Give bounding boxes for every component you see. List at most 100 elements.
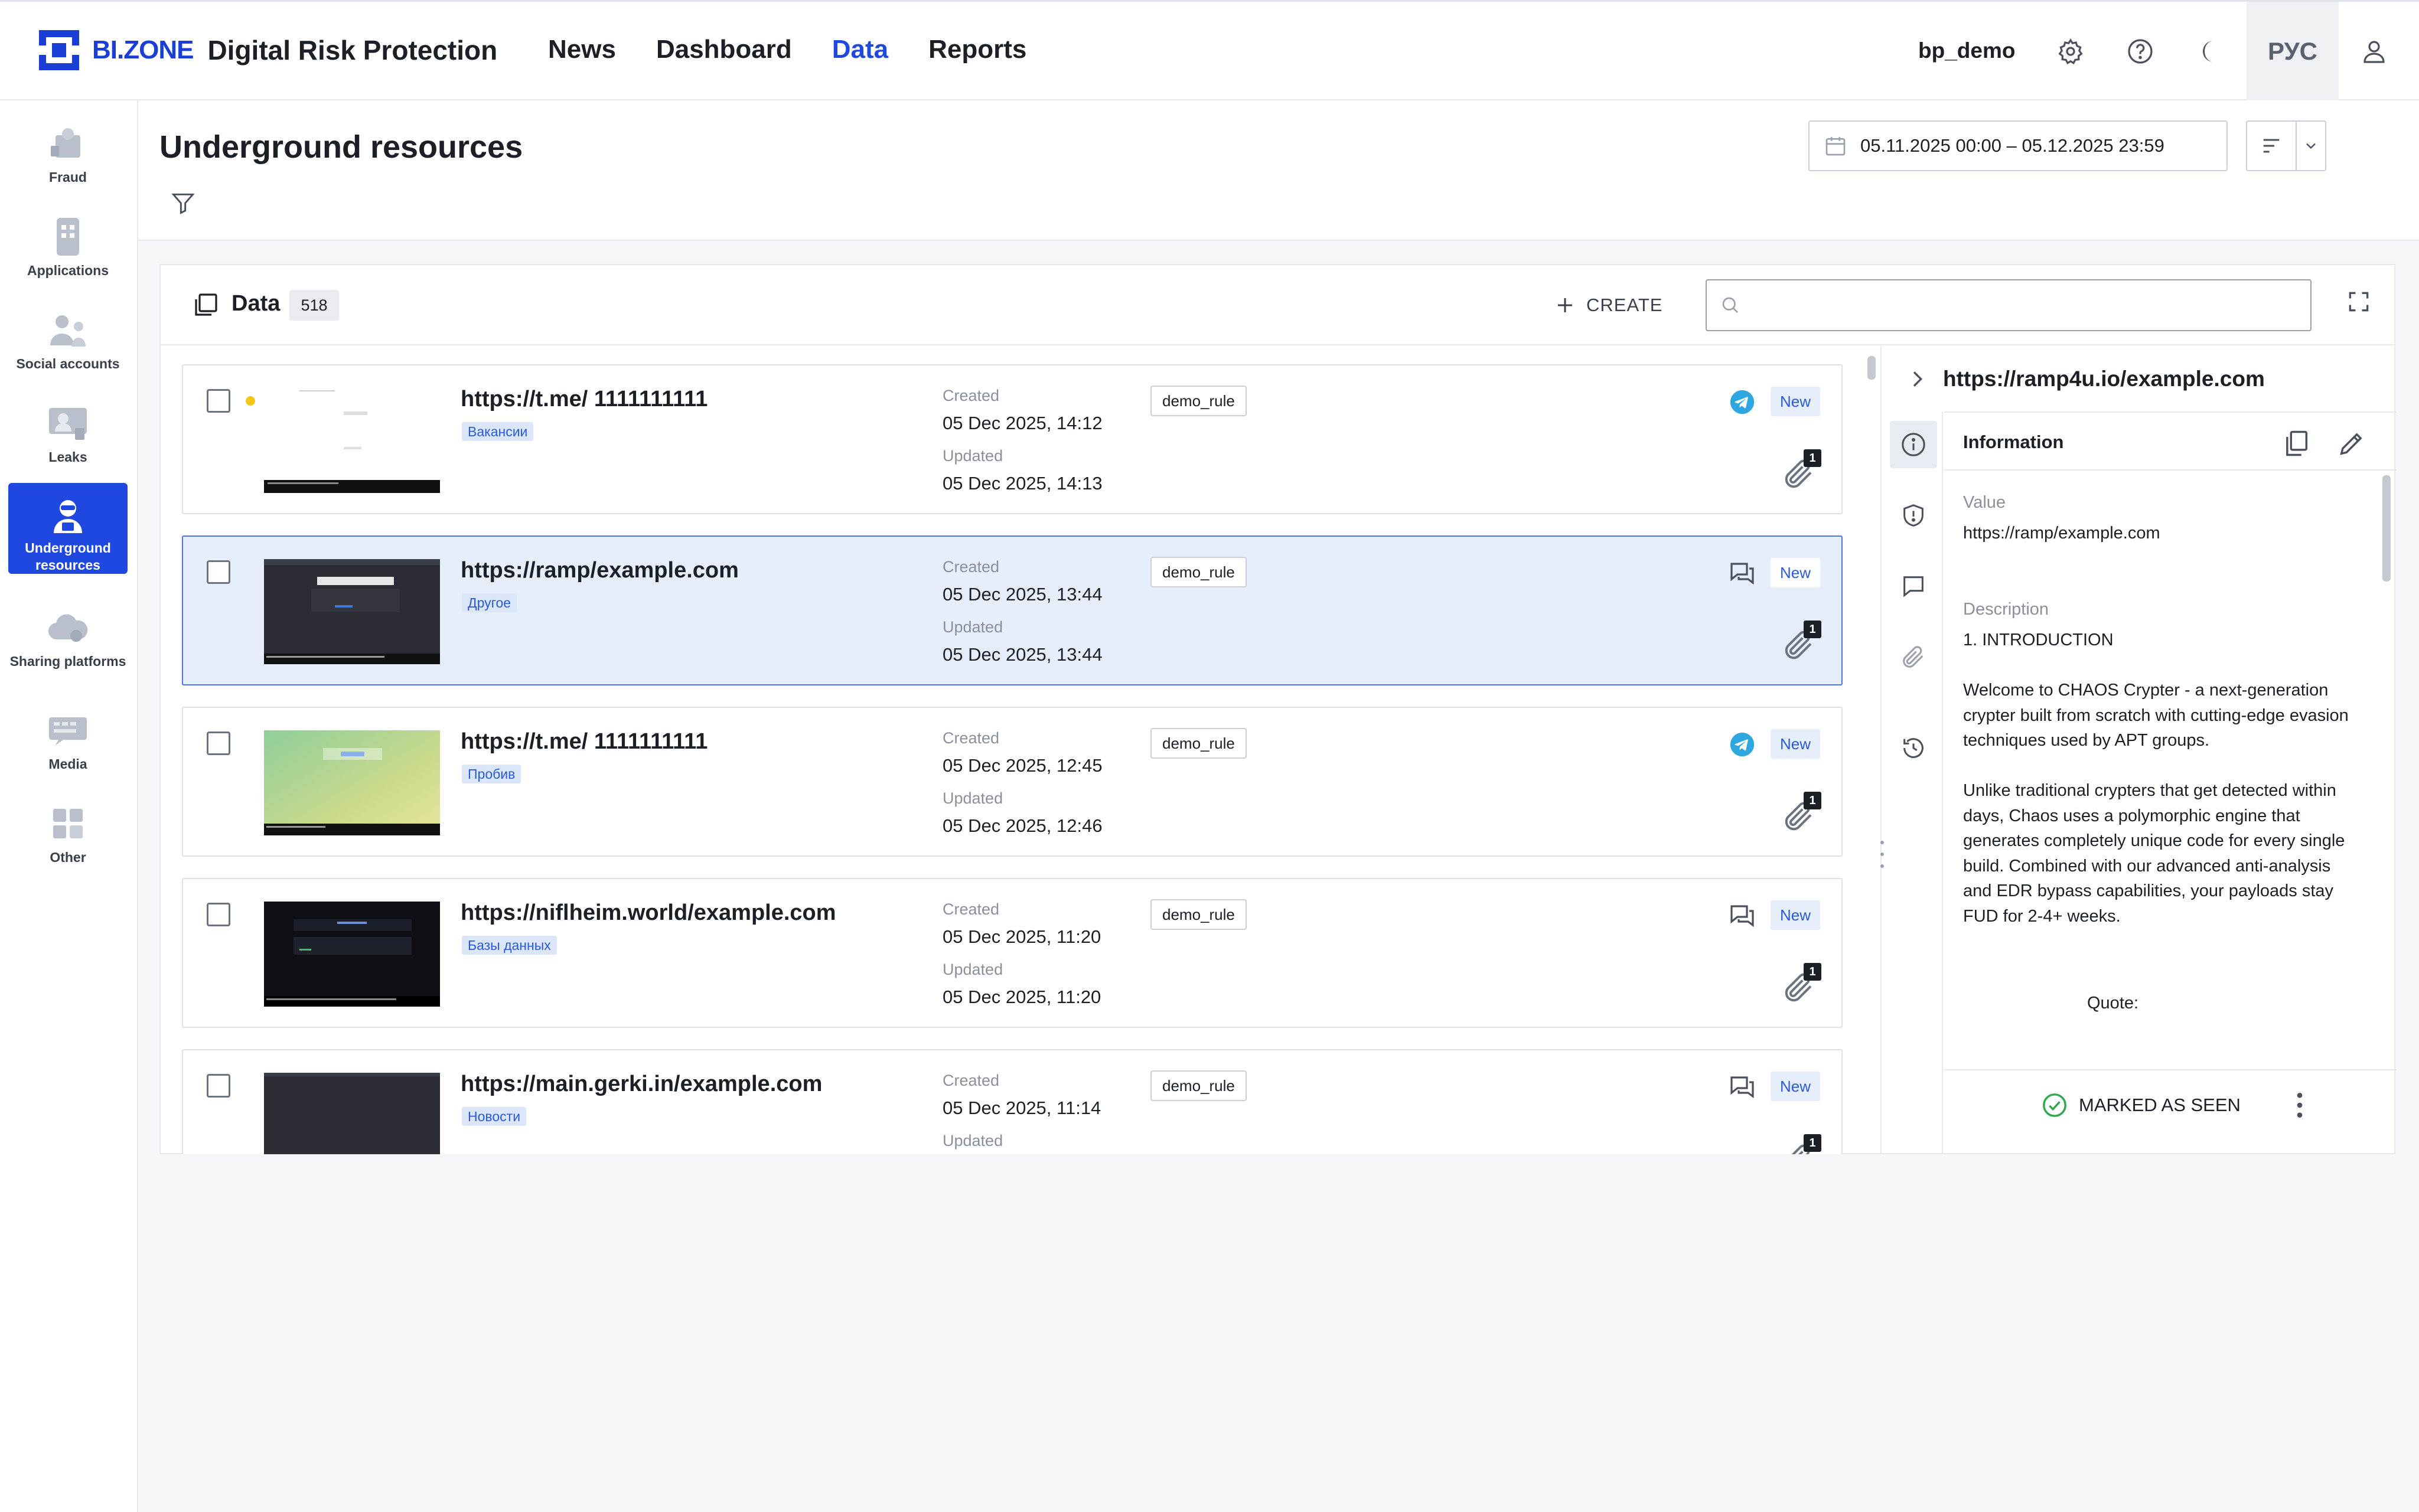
status-badge: New — [1771, 1072, 1821, 1101]
logo[interactable]: BI.ZONE Digital Risk Protection — [38, 29, 497, 71]
fullscreen-icon — [2349, 292, 2369, 312]
list-item[interactable]: https://ramp/example.com Другое Created … — [182, 535, 1843, 685]
forum-icon — [1727, 1072, 1758, 1102]
telegram-icon — [1727, 387, 1758, 417]
item-url[interactable]: https://main.gerki.in/example.com — [461, 1072, 822, 1097]
tab-history[interactable] — [1890, 724, 1937, 772]
row-checkbox[interactable] — [207, 903, 230, 926]
media-icon — [45, 710, 90, 751]
tab-attachments[interactable] — [1890, 633, 1937, 681]
settings-button[interactable] — [2052, 32, 2089, 70]
brand-name: BI.ZONE — [92, 35, 194, 64]
plus-icon — [1558, 298, 1572, 312]
detail-url[interactable]: https://ramp4u.io/example.com — [1943, 367, 2265, 391]
list-item[interactable]: https://niflheim.world/example.com Базы … — [182, 878, 1843, 1028]
profile-button[interactable] — [2355, 32, 2393, 70]
sidebar-item-other[interactable]: Other — [8, 790, 128, 881]
sidebar-item-social-accounts[interactable]: Social accounts — [8, 296, 128, 387]
description-label: Description — [1963, 600, 2049, 619]
nav-news[interactable]: News — [548, 35, 616, 64]
category-tag: Вакансии — [462, 422, 534, 441]
search-icon — [1722, 297, 1738, 313]
search-field[interactable] — [1706, 279, 2312, 331]
results-list: https://t.me/ 1111111111 Вакансии Create… — [161, 347, 1861, 1154]
pencil-icon[interactable] — [2336, 428, 2367, 459]
search-input[interactable] — [1750, 295, 2282, 315]
sidebar-item-underground[interactable]: Underground resources — [8, 483, 128, 574]
quote-label: Quote: — [2087, 994, 2139, 1013]
panel-title: Data — [232, 291, 281, 316]
screenshot-thumbnail[interactable] — [264, 1073, 440, 1154]
created-date: 05 Dec 2025, 13:44 — [943, 584, 1103, 605]
copy-icon[interactable] — [2281, 428, 2312, 459]
list-item[interactable]: https://t.me/ 1111111111 Вакансии Create… — [182, 364, 1843, 514]
nav-data[interactable]: Data — [832, 35, 888, 64]
attachments-button[interactable]: 1 — [1781, 449, 1825, 493]
attachments-button[interactable]: 1 — [1781, 1134, 1825, 1154]
attachment-count: 1 — [1804, 621, 1821, 638]
history-icon — [1903, 738, 1924, 758]
list-item[interactable]: https://main.gerki.in/example.com Новост… — [182, 1049, 1843, 1154]
attachment-count: 1 — [1804, 1134, 1821, 1152]
rule-badge[interactable]: demo_rule — [1150, 386, 1247, 416]
updated-date: 05 Dec 2025, 12:46 — [943, 815, 1103, 836]
theme-toggle[interactable] — [2191, 32, 2229, 70]
marked-as-seen-button[interactable]: MARKED AS SEEN — [2041, 1092, 2241, 1119]
chevron-right-icon[interactable] — [1905, 367, 1929, 391]
screenshot-thumbnail[interactable] — [264, 730, 440, 835]
more-vertical-icon[interactable] — [2288, 1090, 2312, 1120]
detail-scrollbar[interactable] — [2382, 475, 2392, 1060]
updated-date: 05 Dec 2025, 13:44 — [943, 644, 1103, 665]
sidebar-item-media[interactable]: Media — [8, 697, 128, 788]
main-nav: News Dashboard Data Reports — [548, 35, 1026, 64]
item-url[interactable]: https://t.me/ 1111111111 — [461, 387, 708, 412]
list-item[interactable]: https://t.me/ 1111111111 Пробив Created … — [182, 707, 1843, 857]
item-url[interactable]: https://t.me/ 1111111111 — [461, 729, 708, 755]
resize-handle-icon[interactable] — [1878, 837, 1886, 872]
sidebar-item-sharing-platforms[interactable]: Sharing platforms — [8, 594, 128, 685]
bizone-logo-icon — [38, 30, 80, 70]
user-name[interactable]: bp_demo — [1918, 38, 2015, 63]
item-url[interactable]: https://niflheim.world/example.com — [461, 900, 836, 926]
created-date: 05 Dec 2025, 14:12 — [943, 413, 1103, 433]
fullscreen-button[interactable] — [2346, 289, 2379, 322]
create-button[interactable]: CREATE — [1554, 289, 1662, 322]
rule-badge[interactable]: demo_rule — [1150, 728, 1247, 759]
list-scrollbar[interactable] — [1865, 350, 1877, 1152]
information-header: Information — [1944, 412, 2397, 471]
language-switch[interactable]: РУС — [2247, 2, 2339, 101]
help-button[interactable] — [2121, 32, 2159, 70]
row-checkbox[interactable] — [207, 731, 230, 755]
social-accounts-icon — [45, 309, 90, 351]
attachments-button[interactable]: 1 — [1781, 621, 1825, 664]
rule-badge[interactable]: demo_rule — [1150, 1070, 1247, 1101]
gear-icon — [2058, 38, 2083, 65]
comment-icon — [1903, 576, 1924, 597]
filter-button[interactable] — [170, 190, 200, 220]
screenshot-thumbnail[interactable] — [264, 902, 440, 1007]
filter-icon — [171, 193, 195, 214]
sidebar-item-applications[interactable]: Applications — [8, 203, 128, 294]
item-url[interactable]: https://ramp/example.com — [461, 558, 739, 583]
sidebar-item-fraud[interactable]: Fraud — [8, 110, 128, 201]
attachments-button[interactable]: 1 — [1781, 792, 1825, 835]
row-checkbox[interactable] — [207, 389, 230, 413]
sidebar-item-leaks[interactable]: Leaks — [8, 390, 128, 481]
nav-reports[interactable]: Reports — [928, 35, 1026, 64]
screenshot-thumbnail[interactable] — [264, 388, 440, 493]
rule-badge[interactable]: demo_rule — [1150, 557, 1247, 587]
sort-button[interactable] — [2246, 120, 2326, 171]
date-range-picker[interactable]: 05.11.2025 00:00 – 05.12.2025 23:59 — [1808, 120, 2228, 171]
tab-information[interactable] — [1890, 421, 1937, 468]
rule-badge[interactable]: demo_rule — [1150, 899, 1247, 930]
attachments-button[interactable]: 1 — [1781, 963, 1825, 1007]
created-date: 05 Dec 2025, 11:20 — [943, 926, 1101, 947]
detail-header: https://ramp4u.io/example.com — [1882, 347, 2395, 412]
row-checkbox[interactable] — [207, 1074, 230, 1098]
row-checkbox[interactable] — [207, 560, 230, 584]
tab-threats[interactable] — [1890, 492, 1937, 539]
tab-comments[interactable] — [1890, 563, 1937, 610]
nav-dashboard[interactable]: Dashboard — [656, 35, 792, 64]
sort-icon — [2263, 139, 2280, 153]
screenshot-thumbnail[interactable] — [264, 559, 440, 664]
